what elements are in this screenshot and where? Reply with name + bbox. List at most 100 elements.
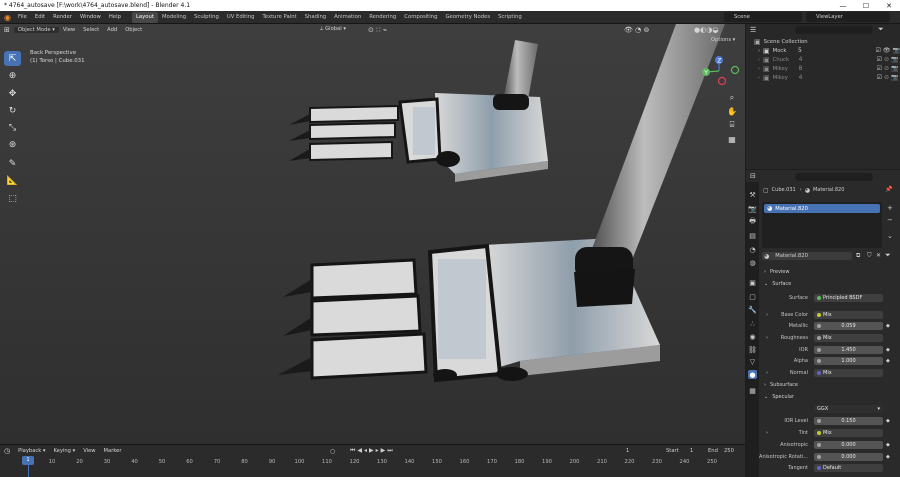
base-color-field[interactable]: Mix (814, 311, 883, 319)
blender-logo-icon[interactable]: ◉ (0, 12, 14, 23)
shading-mode-icons[interactable]: ●◐◑◒ (690, 26, 722, 34)
scene-collection-row[interactable]: ▣ Scene Collection (746, 37, 900, 46)
menu-edit[interactable]: Edit (31, 12, 49, 23)
tangent-field[interactable]: Default (814, 464, 883, 472)
timeline-menu-keying[interactable]: Keying ▾ (50, 448, 80, 454)
ior-level-field[interactable]: 0.150 (814, 417, 883, 425)
select-tool-icon[interactable]: ⇱ (4, 51, 21, 66)
shield-icon[interactable]: ⛉ (867, 252, 872, 260)
tab-geometry-nodes[interactable]: Geometry Nodes (441, 12, 494, 23)
playback-controls[interactable]: ⏮◀◂▶▸▶⏭ (350, 447, 395, 455)
navigation-gizmo[interactable]: Z Y (698, 54, 742, 88)
tab-rendering[interactable]: Rendering (365, 12, 400, 23)
filter-icon[interactable]: ⏷ (878, 25, 884, 34)
material-slot-list[interactable]: ◕ Material.820 (762, 202, 882, 248)
outliner-item-chuck[interactable]: › ▣ Chuck 4 ☑ ⊘ 📷 (746, 55, 900, 64)
material-slot-item[interactable]: ◕ Material.820 (764, 204, 880, 213)
tab-shading[interactable]: Shading (301, 12, 331, 23)
outliner-item-mikey-2[interactable]: › ▣ Mikey 4 ☑ ⊘ 📷 (746, 73, 900, 82)
transform-tool-icon[interactable]: ⊛ (4, 137, 21, 152)
pan-hand-icon[interactable]: ✋ (725, 104, 739, 118)
tab-texture-paint[interactable]: Texture Paint (258, 12, 300, 23)
anisotropic-field[interactable]: 0.000 (814, 441, 883, 449)
panel-specular[interactable]: ⌄ Specular (760, 392, 900, 402)
camera-icon[interactable]: 📷 (893, 47, 900, 54)
options-menu[interactable]: Options ▾ (711, 37, 735, 43)
material-tab-icon[interactable]: ● (748, 370, 757, 379)
node-link-icon[interactable]: ⏷ (885, 251, 891, 260)
world-tab-icon[interactable]: ◍ (748, 258, 757, 267)
outliner-item-mock[interactable]: › ▣ Mock 5 ☑ 👁 📷 (746, 46, 900, 55)
current-frame-field[interactable]: 1 (626, 448, 629, 454)
view-layer-selector[interactable]: ViewLayer (806, 12, 890, 22)
checkbox-icon[interactable]: ☑ (877, 65, 882, 72)
playhead[interactable]: 1 (22, 456, 34, 465)
close-button[interactable]: ✕ (878, 0, 900, 11)
annotate-tool-icon[interactable]: ✎ (4, 156, 21, 171)
outliner-item-mikey-1[interactable]: › ▣ Mikey 8 ☑ ⊘ 📷 (746, 64, 900, 73)
surface-shader-field[interactable]: Principled BSDF (814, 294, 883, 302)
eye-off-icon[interactable]: ⊘ (884, 65, 889, 72)
constraints-tab-icon[interactable]: ⛓ (748, 345, 757, 354)
render-tab-icon[interactable]: 📷 (748, 204, 757, 213)
cursor-tool-icon[interactable]: ⊕ (4, 68, 21, 83)
ior-field[interactable]: 1.450 (814, 346, 883, 354)
eye-off-icon[interactable]: ⊘ (884, 56, 889, 63)
menu-render[interactable]: Render (49, 12, 76, 23)
tab-compositing[interactable]: Compositing (400, 12, 441, 23)
editor-type-icon[interactable]: ⊞ (0, 26, 14, 34)
tab-modeling[interactable]: Modeling (158, 12, 190, 23)
menu-help[interactable]: Help (105, 12, 125, 23)
outliner-editor-icon[interactable]: ☰ (750, 26, 756, 34)
start-frame-field[interactable]: 1 (690, 448, 693, 454)
metallic-field[interactable]: 0.059 (814, 322, 883, 330)
eye-icon[interactable]: 👁 (883, 47, 891, 54)
zoom-icon[interactable]: ⌕ (725, 91, 739, 105)
mode-selector[interactable]: Object Mode ▾ (13, 26, 59, 33)
data-tab-icon[interactable]: ▽ (748, 357, 757, 366)
duplicate-material-icon[interactable]: ⧉ (856, 252, 860, 260)
view-layer-tab-icon[interactable]: ▤ (748, 231, 757, 240)
rotate-tool-icon[interactable]: ↻ (4, 103, 21, 118)
tab-uv-editing[interactable]: UV Editing (223, 12, 259, 23)
properties-editor-icon[interactable]: ⊟ (750, 172, 756, 180)
3d-viewport[interactable] (0, 24, 745, 444)
tint-field[interactable]: Mix (814, 429, 883, 437)
checkbox-icon[interactable]: ☑ (877, 56, 882, 63)
checkbox-icon[interactable]: ☑ (877, 74, 882, 81)
material-selector[interactable]: ◕ Material.820 (762, 252, 852, 260)
camera-icon[interactable]: 📷 (891, 56, 898, 63)
menu-file[interactable]: File (14, 12, 31, 23)
object-tab-icon[interactable]: ▢ (748, 292, 757, 301)
normal-field[interactable]: Mix (814, 369, 883, 377)
camera-view-icon[interactable]: ⌸ (725, 118, 739, 132)
record-icon[interactable]: ○ (330, 448, 335, 455)
measure-tool-icon[interactable]: 📐 (4, 173, 21, 188)
roughness-field[interactable]: Mix (814, 334, 883, 342)
panel-surface[interactable]: ⌄ Surface (760, 279, 900, 289)
add-cube-tool-icon[interactable]: ⬚ (4, 191, 21, 206)
maximize-button[interactable]: ☐ (855, 0, 877, 11)
snap-icon[interactable]: ⊙ ∷ ⌁ (364, 26, 391, 34)
camera-icon[interactable]: 📷 (891, 65, 898, 72)
eye-off-icon[interactable]: ⊘ (884, 74, 889, 81)
viewport-menu-view[interactable]: View (59, 27, 79, 33)
tab-sculpting[interactable]: Sculpting (190, 12, 223, 23)
physics-tab-icon[interactable]: ◉ (748, 332, 757, 341)
timeline-menu-view[interactable]: View (79, 448, 99, 454)
texture-tab-icon[interactable]: ▦ (748, 386, 757, 395)
checkbox-icon[interactable]: ☑ (876, 47, 881, 54)
scene-selector[interactable]: Scene (724, 12, 802, 22)
properties-search-input[interactable] (795, 173, 873, 181)
viewport-menu-object[interactable]: Object (121, 27, 146, 33)
panel-preview[interactable]: › Preview (760, 267, 900, 277)
distribution-dropdown[interactable]: GGX ▾ (814, 405, 883, 413)
minimize-button[interactable]: — (832, 0, 854, 11)
alpha-field[interactable]: 1.000 (814, 357, 883, 365)
perspective-toggle-icon[interactable]: ▦ (725, 132, 739, 146)
camera-icon[interactable]: 📷 (891, 74, 898, 81)
visibility-icons[interactable]: 👁 ◔ ⊚ (620, 26, 653, 34)
orientation-selector[interactable]: ⟂ Global ▾ (316, 26, 350, 33)
tab-animation[interactable]: Animation (330, 12, 365, 23)
viewport-menu-select[interactable]: Select (79, 27, 103, 33)
